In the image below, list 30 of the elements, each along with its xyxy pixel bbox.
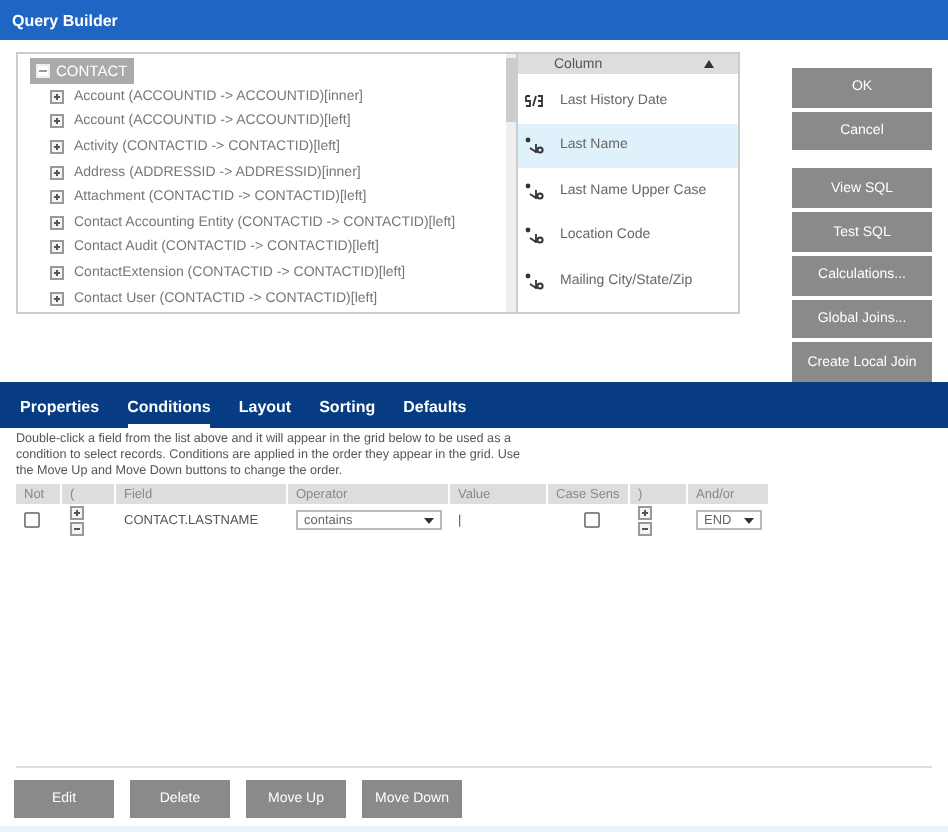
tab[interactable]: Sorting [319,398,376,428]
tab[interactable]: Conditions [127,398,211,428]
tab[interactable]: Defaults [403,398,467,428]
calendar-date-icon [524,93,544,108]
expand-icon[interactable] [50,190,64,205]
tab[interactable]: Properties [20,398,100,428]
expand-icon[interactable] [50,265,64,280]
text-type-icon [524,271,544,290]
checkbox[interactable] [24,512,40,528]
expand-icon[interactable] [50,139,64,154]
checkbox[interactable] [584,512,600,528]
tab[interactable]: Layout [238,398,292,428]
expand-icon[interactable] [70,505,84,519]
expand-icon[interactable] [50,240,64,255]
window-title: Query Builder [0,0,948,40]
text-type-icon [524,226,544,245]
sort-arrow-icon [704,60,714,68]
expand-icon[interactable] [50,114,64,129]
expand-icon[interactable] [50,89,64,104]
scrollbar[interactable] [506,54,516,312]
expand-icon[interactable] [638,505,652,519]
expand-icon[interactable] [50,291,64,306]
caret-icon [424,517,434,523]
expand-icon[interactable] [50,165,64,180]
text-type-icon [524,181,544,200]
caret-icon [744,517,754,523]
text-type-icon [524,136,544,155]
expand-icon[interactable] [50,215,64,230]
collapse-icon[interactable] [70,521,84,535]
collapse-icon[interactable] [638,521,652,535]
